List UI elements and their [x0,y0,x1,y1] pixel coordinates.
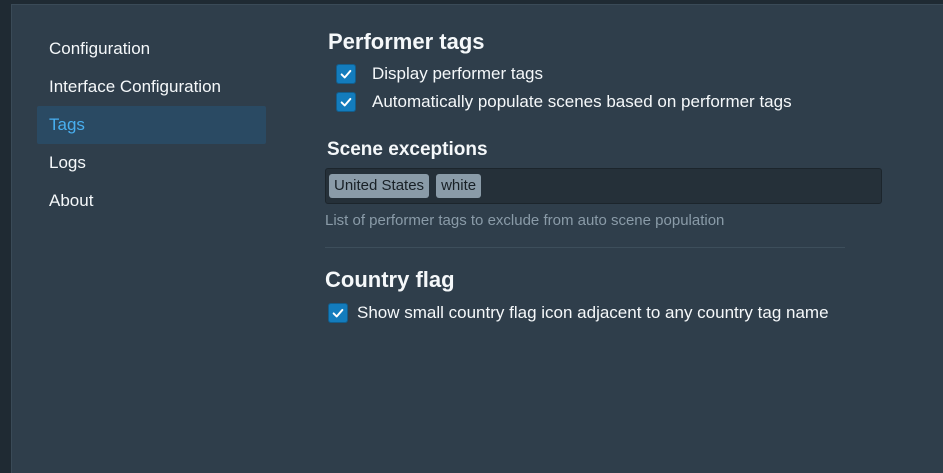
check-icon [332,308,344,318]
check-icon [340,69,352,79]
checkbox-checked[interactable] [328,303,348,323]
country-flag-checkbox[interactable]: Show small country flag icon adjacent to… [328,299,905,327]
display-performer-tags-checkbox[interactable]: Display performer tags [336,60,905,88]
section-divider [325,247,845,248]
tag-chip[interactable]: white [436,174,482,198]
country-flag-label: Show small country flag icon adjacent to… [357,303,829,322]
checkbox-checked[interactable] [336,92,356,112]
performer-tags-title: Performer tags [328,29,485,54]
auto-populate-scenes-checkbox[interactable]: Automatically populate scenes based on p… [336,88,905,116]
settings-window: Configuration Interface Configuration Ta… [11,4,943,473]
country-flag-title: Country flag [325,267,455,292]
sidebar-item-logs[interactable]: Logs [37,144,266,182]
check-icon [340,97,352,107]
scene-exceptions-title: Scene exceptions [327,139,488,160]
auto-populate-scenes-label: Automatically populate scenes based on p… [372,92,792,111]
scene-exceptions-help-text: List of performer tags to exclude from a… [325,212,725,229]
sidebar-item-interface-configuration[interactable]: Interface Configuration [37,68,266,106]
settings-content: Performer tags Display performer tags Au… [325,25,905,327]
scene-exceptions-tag-input[interactable]: United States white [325,168,882,204]
display-performer-tags-label: Display performer tags [372,64,544,83]
tag-chip[interactable]: United States [329,174,430,198]
checkbox-checked[interactable] [336,64,356,84]
sidebar-item-configuration[interactable]: Configuration [37,30,266,68]
sidebar-item-about[interactable]: About [37,182,266,220]
sidebar-item-tags[interactable]: Tags [37,106,266,144]
settings-sidebar: Configuration Interface Configuration Ta… [37,30,266,220]
